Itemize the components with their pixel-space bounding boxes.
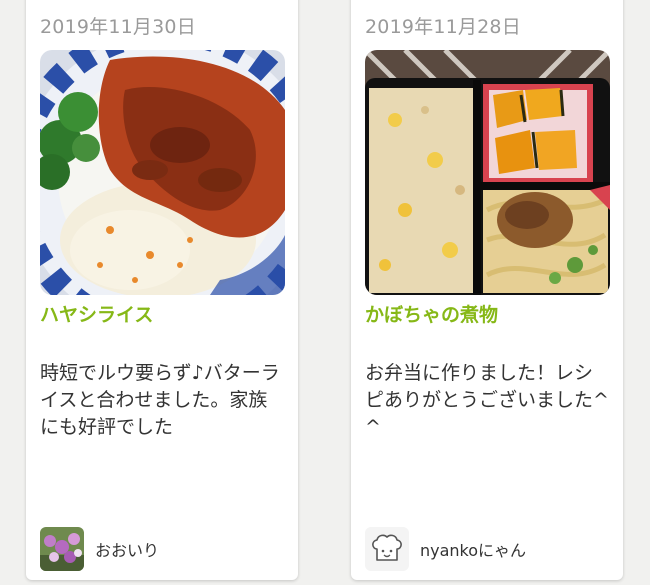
flower-photo-avatar[interactable] xyxy=(40,527,84,571)
chef-hat-icon[interactable] xyxy=(365,527,409,571)
report-comment: 時短でルウ要らず♪バターライスと合わせました。家族にも好評でした xyxy=(40,362,280,438)
recipe-title[interactable]: ハヤシライス xyxy=(40,300,153,327)
report-date: 2019年11月30日 xyxy=(40,16,196,38)
report-author[interactable]: nyankoにゃん xyxy=(365,526,526,572)
recipe-photo[interactable] xyxy=(365,50,610,295)
report-comment: お弁当に作りました！レシピありがとうございました^ ^ xyxy=(365,362,609,438)
author-name[interactable]: おおいり xyxy=(95,537,159,561)
recipe-photo[interactable] xyxy=(40,50,285,295)
recipe-report-card[interactable]: 2019年11月30日 ハヤシライス 時短でルウ要らず♪バターライスと合わせまし… xyxy=(26,0,298,580)
recipe-title[interactable]: かぼちゃの煮物 xyxy=(365,300,498,327)
report-author[interactable]: おおいり xyxy=(40,526,159,572)
recipe-report-card[interactable]: 2019年11月28日 かぼちゃの煮物 お弁当に作りました！レシピありがとうござ… xyxy=(351,0,623,580)
report-date: 2019年11月28日 xyxy=(365,16,521,38)
author-name[interactable]: nyankoにゃん xyxy=(420,537,526,561)
